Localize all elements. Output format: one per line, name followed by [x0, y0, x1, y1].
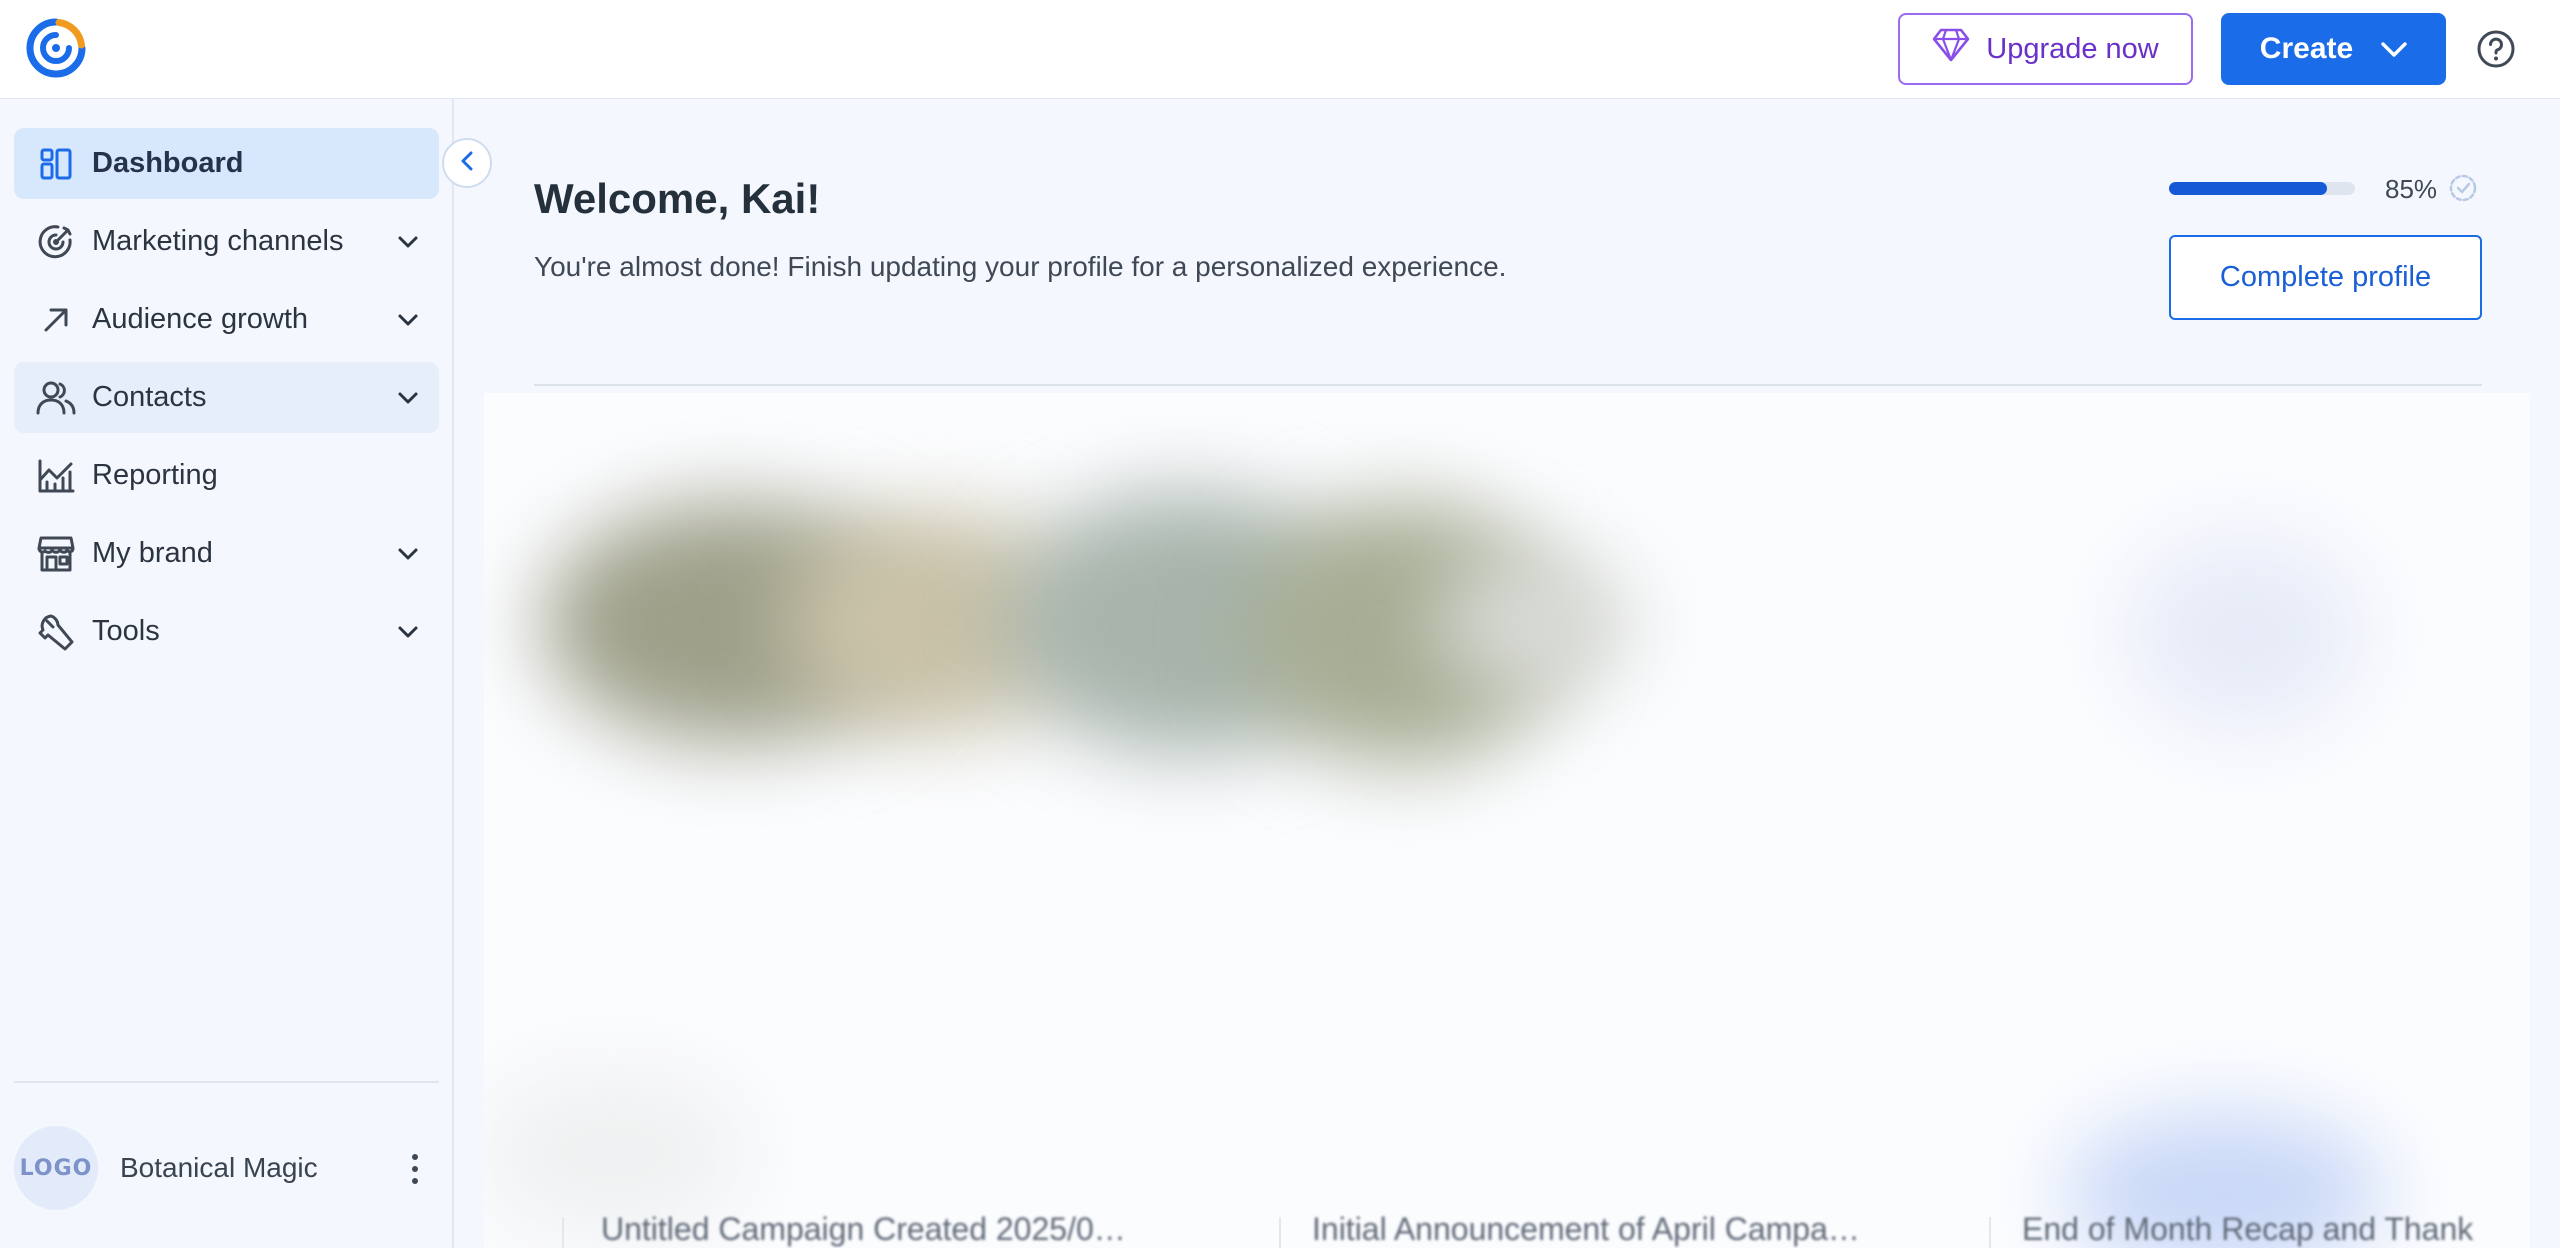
profile-progress-fill — [2169, 182, 2328, 195]
more-options-icon[interactable] — [405, 1152, 425, 1186]
sidebar: Dashboard Marketing channels Audience gr… — [0, 99, 454, 1248]
dashboard-icon — [36, 144, 76, 184]
complete-profile-button[interactable]: Complete profile — [2169, 235, 2482, 320]
sidebar-item-marketing-channels[interactable]: Marketing channels — [14, 206, 439, 277]
sidebar-item-audience-growth[interactable]: Audience growth — [14, 284, 439, 355]
storefront-icon — [36, 534, 76, 574]
chevron-left-icon — [457, 149, 477, 178]
people-icon — [36, 378, 76, 418]
help-icon[interactable] — [2476, 29, 2516, 69]
profile-progress-bar — [2169, 182, 2355, 195]
sidebar-item-label: Audience growth — [92, 303, 309, 335]
create-label: Create — [2259, 32, 2354, 65]
collapse-sidebar-button[interactable] — [442, 138, 492, 188]
upgrade-now-label: Upgrade now — [1986, 32, 2159, 65]
account-name: Botanical Magic — [120, 1152, 318, 1183]
campaign-card-title[interactable]: Untitled Campaign Created 2025/0… — [601, 1211, 1126, 1248]
loading-content-panel: Untitled Campaign Created 2025/0… Initia… — [484, 393, 2530, 1248]
upgrade-now-button[interactable]: Upgrade now — [1898, 13, 2193, 85]
sidebar-item-dashboard[interactable]: Dashboard — [14, 128, 439, 199]
page-title: Welcome, Kai! — [534, 175, 821, 222]
chevron-down-icon — [2381, 32, 2407, 66]
diamond-icon — [1932, 28, 1970, 70]
target-icon — [36, 222, 76, 262]
create-button[interactable]: Create — [2221, 13, 2446, 85]
avatar: LOGO — [14, 1126, 98, 1210]
campaign-card-title[interactable]: End of Month Recap and Thank — [2022, 1211, 2473, 1248]
sidebar-item-label: My brand — [92, 537, 213, 569]
campaign-cards-row: Untitled Campaign Created 2025/0… Initia… — [484, 1211, 2530, 1248]
progress-check-icon — [2448, 173, 2478, 203]
sidebar-item-label: Reporting — [92, 459, 218, 491]
chevron-down-icon — [393, 227, 423, 257]
sidebar-item-label: Tools — [92, 615, 160, 647]
card-divider — [562, 1217, 564, 1248]
arrow-up-right-icon — [36, 300, 76, 340]
sidebar-item-reporting[interactable]: Reporting — [14, 440, 439, 511]
sidebar-item-label: Contacts — [92, 381, 207, 413]
chevron-down-icon — [393, 617, 423, 647]
chevron-down-icon — [393, 383, 423, 413]
top-bar: Upgrade now Create — [0, 0, 2560, 99]
content-divider — [534, 384, 2482, 386]
sidebar-item-label: Marketing channels — [92, 225, 344, 257]
sidebar-item-label: Dashboard — [92, 147, 244, 179]
sidebar-item-tools[interactable]: Tools — [14, 596, 439, 667]
sidebar-item-contacts[interactable]: Contacts — [14, 362, 439, 433]
chart-icon — [36, 456, 76, 496]
chevron-down-icon — [393, 305, 423, 335]
chevron-down-icon — [393, 539, 423, 569]
profile-completion-message: You're almost done! Finish updating your… — [534, 251, 1507, 282]
sidebar-item-my-brand[interactable]: My brand — [14, 518, 439, 589]
card-divider — [1279, 1217, 1281, 1248]
card-divider — [1989, 1217, 1991, 1248]
wrench-icon — [36, 612, 76, 652]
sidebar-divider — [14, 1081, 439, 1083]
app-logo-icon[interactable] — [26, 18, 86, 78]
profile-progress-percent: 85% — [2385, 174, 2438, 204]
account-switcher[interactable]: LOGO Botanical Magic — [14, 1126, 439, 1210]
campaign-card-title[interactable]: Initial Announcement of April Campa… — [1312, 1211, 1860, 1248]
